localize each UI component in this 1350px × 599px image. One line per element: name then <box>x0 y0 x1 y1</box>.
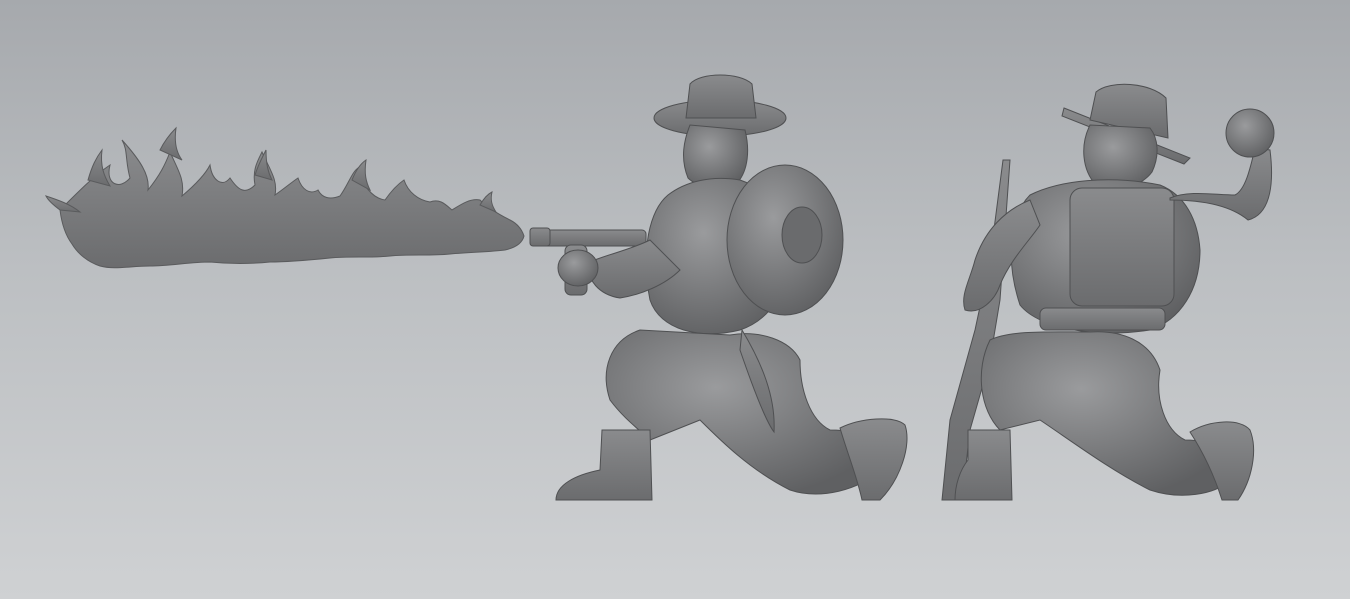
front-boot <box>555 429 653 501</box>
flame-jet <box>45 126 525 269</box>
fuel-tank <box>726 164 844 316</box>
backpack <box>1069 187 1175 307</box>
head <box>683 124 749 188</box>
flamethrower-soldier-figure <box>529 74 908 501</box>
legs <box>980 331 1232 496</box>
hat <box>653 74 787 137</box>
grenade <box>1225 108 1275 158</box>
render-scene <box>45 74 1275 501</box>
head <box>1083 124 1158 189</box>
3d-viewport[interactable] <box>0 0 1350 599</box>
grenade-soldier-figure <box>941 83 1275 501</box>
belt <box>1039 307 1166 331</box>
